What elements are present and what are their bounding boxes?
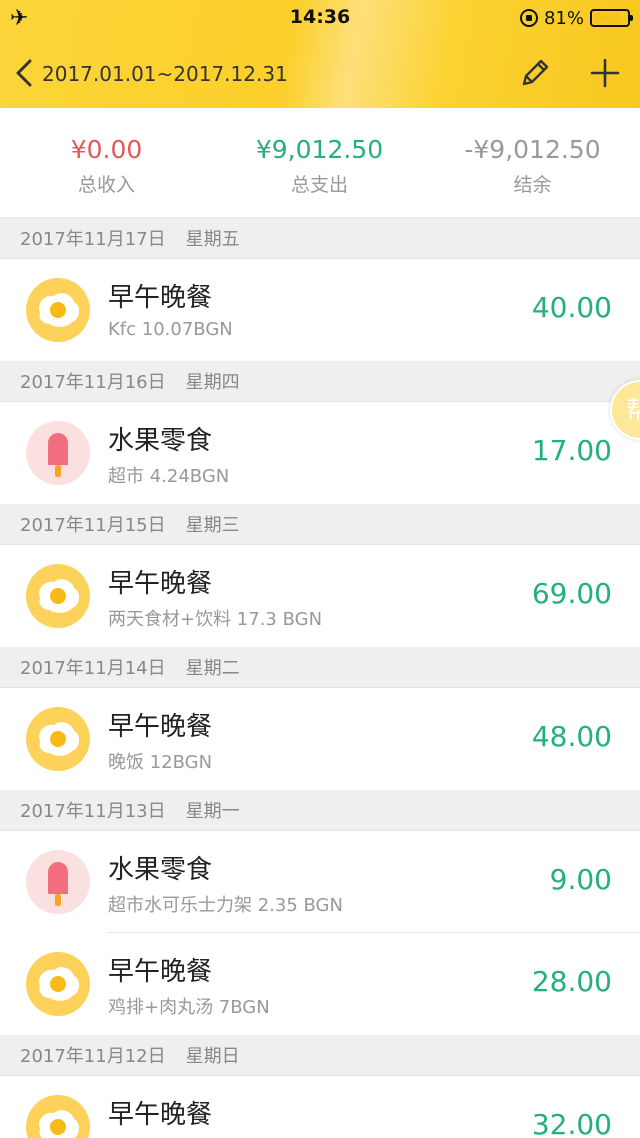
transaction-row[interactable]: 早午晚餐 鸡排+肉丸汤 7BGN 28.00 xyxy=(0,933,640,1035)
balance-value: -¥9,012.50 xyxy=(464,135,601,164)
fried-egg-icon xyxy=(26,707,90,771)
date-header: 2017年11月15日 星期三 xyxy=(0,504,640,545)
category-label: 早午晚餐 xyxy=(108,1100,213,1130)
popsicle-icon xyxy=(26,850,90,914)
fried-egg-icon xyxy=(26,564,90,628)
transaction-row[interactable]: 水果零食 超市水可乐士力架 2.35 BGN 9.00 xyxy=(0,831,640,933)
expense-label: 总支出 xyxy=(290,174,348,196)
category-label: 水果零食 xyxy=(108,426,213,456)
entry-note: 两天食材+饮料 17.3 BGN xyxy=(108,609,323,630)
balance-summary: -¥9,012.50 结余 xyxy=(426,134,639,197)
date-text: 2017年11月16日 xyxy=(20,372,166,393)
date-header: 2017年11月13日 星期一 xyxy=(0,790,640,831)
expense-value: ¥9,012.50 xyxy=(255,135,384,164)
pencil-icon[interactable] xyxy=(518,56,552,90)
popsicle-icon xyxy=(26,421,90,485)
transaction-row[interactable]: 水果零食 超市 4.24BGN 17.00 xyxy=(0,402,640,504)
entry-amount: 17.00 xyxy=(531,434,612,467)
date-text: 2017年11月15日 xyxy=(20,515,166,536)
battery-icon xyxy=(590,9,633,27)
entry-amount: 9.00 xyxy=(549,863,612,896)
weekday-text: 星期五 xyxy=(185,229,240,250)
nav-bar: 2017.01.01~2017.12.31 xyxy=(0,44,640,104)
entry-amount: 32.00 xyxy=(531,1108,612,1138)
help-label: 帮 xyxy=(626,396,640,424)
entry-amount: 28.00 xyxy=(531,965,612,998)
category-label: 早午晚餐 xyxy=(108,569,213,599)
weekday-text: 星期三 xyxy=(185,515,240,536)
entry-note: Kfc 10.07BGN xyxy=(108,319,233,340)
weekday-text: 星期一 xyxy=(185,801,240,822)
rotation-lock-icon xyxy=(519,9,538,27)
date-header: 2017年11月12日 星期日 xyxy=(0,1035,640,1076)
date-range-title[interactable]: 2017.01.01~2017.12.31 xyxy=(42,62,288,86)
entry-note: 超市 4.24BGN xyxy=(108,466,230,487)
expense-summary: ¥9,012.50 总支出 xyxy=(213,134,426,197)
date-header: 2017年11月16日 星期四 xyxy=(0,361,640,402)
entry-amount: 40.00 xyxy=(531,291,612,324)
fried-egg-icon xyxy=(26,278,90,342)
income-label: 总收入 xyxy=(77,174,135,196)
date-text: 2017年11月17日 xyxy=(20,229,166,250)
date-text: 2017年11月13日 xyxy=(20,801,166,822)
category-label: 水果零食 xyxy=(108,855,213,885)
date-text: 2017年11月12日 xyxy=(20,1046,166,1067)
income-value: ¥0.00 xyxy=(70,135,143,164)
income-summary: ¥0.00 总收入 xyxy=(0,134,213,197)
transaction-row[interactable]: 早午晚餐 晚饭 12BGN 48.00 xyxy=(0,688,640,790)
transaction-row[interactable]: 早午晚餐 32.00 xyxy=(0,1076,640,1138)
fried-egg-icon xyxy=(26,952,90,1016)
entry-amount: 69.00 xyxy=(531,577,612,610)
transaction-row[interactable]: 早午晚餐 两天食材+饮料 17.3 BGN 69.00 xyxy=(0,545,640,647)
entry-note: 晚饭 12BGN xyxy=(108,752,213,773)
date-text: 2017年11月14日 xyxy=(20,658,166,679)
status-right: 81% xyxy=(519,6,633,30)
weekday-text: 星期四 xyxy=(185,372,240,393)
header: ✈ 14:36 81% 2017.01.01~2017.12.31 xyxy=(0,0,640,108)
status-bar: ✈ 14:36 81% xyxy=(0,0,640,36)
category-label: 早午晚餐 xyxy=(108,957,213,987)
balance-label: 结余 xyxy=(513,174,552,196)
summary-panel: ¥0.00 总收入 ¥9,012.50 总支出 -¥9,012.50 结余 xyxy=(0,108,640,218)
plus-icon[interactable] xyxy=(588,56,622,90)
weekday-text: 星期日 xyxy=(185,1046,240,1067)
fried-egg-icon xyxy=(26,1095,90,1138)
entry-note: 超市水可乐士力架 2.35 BGN xyxy=(108,895,343,916)
category-label: 早午晚餐 xyxy=(108,283,213,313)
transaction-list: 2017年11月17日 星期五 早午晚餐 Kfc 10.07BGN 40.00 … xyxy=(0,218,640,1138)
date-header: 2017年11月17日 星期五 xyxy=(0,218,640,259)
transaction-row[interactable]: 早午晚餐 Kfc 10.07BGN 40.00 xyxy=(0,259,640,361)
battery-percent: 81% xyxy=(543,7,584,29)
category-label: 早午晚餐 xyxy=(108,712,213,742)
date-header: 2017年11月14日 星期二 xyxy=(0,647,640,688)
entry-amount: 48.00 xyxy=(531,720,612,753)
back-chevron-icon[interactable] xyxy=(12,58,36,88)
entry-note: 鸡排+肉丸汤 7BGN xyxy=(108,997,270,1018)
weekday-text: 星期二 xyxy=(185,658,240,679)
